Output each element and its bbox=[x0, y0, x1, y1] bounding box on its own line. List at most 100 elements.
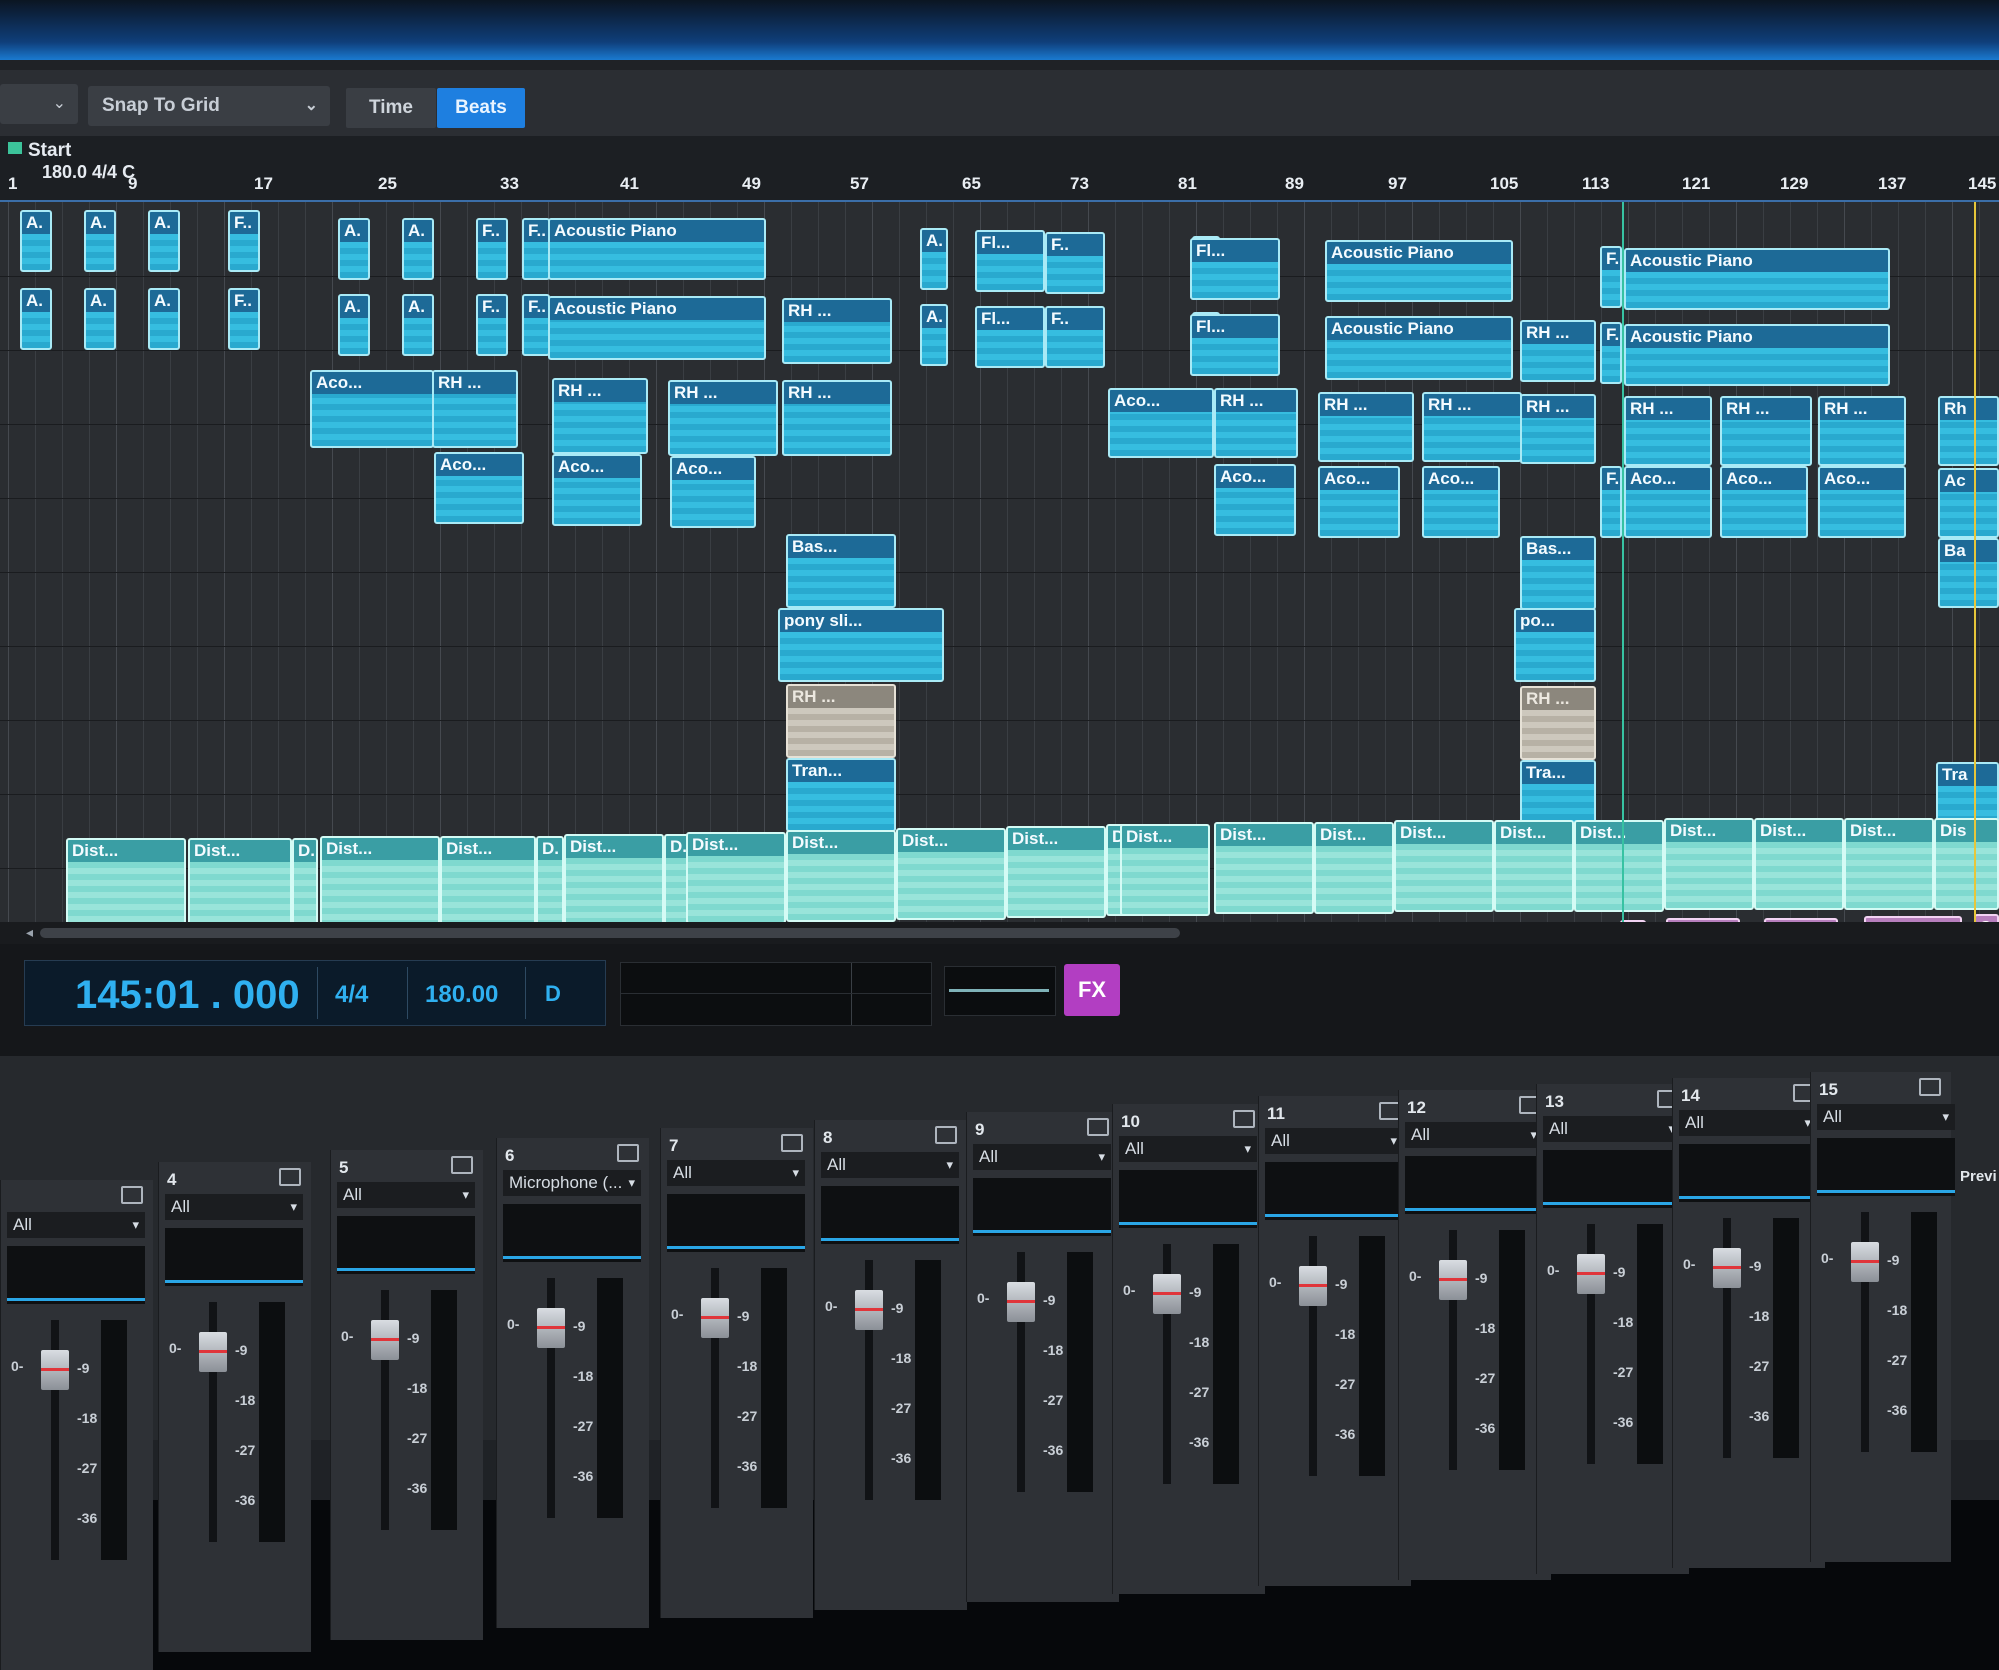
snap-to-grid-dropdown[interactable]: Snap To Grid ⌄ bbox=[88, 86, 330, 126]
arrangement-clip[interactable]: RH ... bbox=[1818, 396, 1906, 466]
arrangement-clip[interactable]: F. bbox=[1600, 322, 1622, 384]
arrangement-clip[interactable]: Aco... bbox=[1624, 466, 1712, 538]
arrangement-clip[interactable]: Dist... bbox=[786, 830, 896, 922]
arrangement-clip[interactable]: Aco... bbox=[434, 452, 524, 524]
pan-indicator[interactable] bbox=[503, 1256, 641, 1259]
arrangement-clip[interactable]: A. bbox=[920, 304, 948, 366]
channel-link-icon[interactable] bbox=[935, 1126, 957, 1144]
arrangement-clip[interactable]: Aco... bbox=[1422, 466, 1500, 538]
fx-button[interactable]: FX bbox=[1064, 964, 1120, 1016]
pan-indicator[interactable] bbox=[165, 1280, 303, 1283]
arrangement-clip[interactable]: A. bbox=[148, 288, 180, 350]
channel-link-icon[interactable] bbox=[279, 1168, 301, 1186]
input-select[interactable]: All▾ bbox=[973, 1144, 1111, 1170]
input-select[interactable]: All▾ bbox=[667, 1160, 805, 1186]
volume-fader[interactable] bbox=[371, 1320, 399, 1360]
channel-link-icon[interactable] bbox=[1233, 1110, 1255, 1128]
arrangement-clip[interactable]: Aco... bbox=[1720, 466, 1808, 538]
arrangement-area[interactable]: A. A. A. F.. A. A. F.. F.. Acoustic Piano A. Fl...… bbox=[0, 202, 1999, 922]
arrangement-clip[interactable]: Aco... bbox=[1818, 466, 1906, 538]
arrangement-clip[interactable]: Dist... bbox=[188, 838, 292, 922]
input-select[interactable]: All▾ bbox=[1119, 1136, 1257, 1162]
arrangement-clip[interactable]: A. bbox=[402, 218, 434, 280]
insert-slot[interactable] bbox=[1119, 1170, 1257, 1228]
arrangement-clip[interactable]: Dist... bbox=[1664, 818, 1754, 910]
arrangement-clip[interactable]: RH ... bbox=[782, 380, 892, 456]
arrangement-clip[interactable]: Acoustic Piano bbox=[1325, 316, 1513, 380]
arrangement-clip[interactable]: F.. bbox=[476, 294, 508, 356]
arrangement-clip[interactable]: F.. bbox=[1045, 306, 1105, 368]
input-select[interactable]: All▾ bbox=[1817, 1104, 1955, 1130]
position-display[interactable]: 145:01 . 000 4/4 180.00 D bbox=[24, 960, 606, 1026]
input-select[interactable]: All▾ bbox=[165, 1194, 303, 1220]
scroll-thumb[interactable] bbox=[40, 928, 1180, 938]
insert-slot[interactable] bbox=[973, 1178, 1111, 1236]
insert-slot[interactable] bbox=[337, 1216, 475, 1274]
insert-slot[interactable] bbox=[165, 1228, 303, 1286]
arrangement-clip[interactable]: Fl... bbox=[1190, 238, 1280, 300]
arrangement-clip[interactable]: A. bbox=[338, 294, 370, 356]
arrangement-clip[interactable]: Acoustic Piano bbox=[548, 296, 766, 360]
arrangement-clip[interactable]: D. bbox=[292, 838, 318, 922]
volume-fader[interactable] bbox=[855, 1290, 883, 1330]
input-select[interactable]: Microphone (... ▾ bbox=[503, 1170, 641, 1196]
arrangement-clip[interactable]: RH ... bbox=[668, 380, 778, 456]
arrangement-clip[interactable]: Aco... bbox=[552, 454, 642, 526]
channel-link-icon[interactable] bbox=[781, 1134, 803, 1152]
volume-fader[interactable] bbox=[199, 1332, 227, 1372]
arrangement-clip[interactable]: Acoustic Piano bbox=[1325, 240, 1513, 302]
arrangement-clip[interactable]: Fl... bbox=[975, 230, 1045, 292]
arrangement-clip[interactable]: Dist... bbox=[1754, 818, 1844, 910]
input-select[interactable]: All▾ bbox=[337, 1182, 475, 1208]
arrangement-clip[interactable]: Dist... bbox=[440, 836, 536, 922]
tempo-value[interactable]: 180.00 bbox=[425, 981, 498, 1009]
arrangement-clip[interactable]: po... bbox=[1514, 608, 1596, 682]
arrangement-clip[interactable]: Dist... bbox=[1844, 818, 1934, 910]
input-select[interactable]: All▾ bbox=[1265, 1128, 1403, 1154]
pan-indicator[interactable] bbox=[667, 1246, 805, 1249]
arrangement-clip[interactable]: RH ... bbox=[552, 378, 648, 454]
timeline-ruler[interactable]: Start 180.0 4/4 C 1 9 17 25 33 41 49 57 65 73 81 89… bbox=[0, 136, 1999, 221]
arrangement-clip[interactable]: Aco... bbox=[1108, 388, 1214, 458]
time-tab[interactable]: Time bbox=[346, 88, 436, 128]
arrangement-clip[interactable]: Aco... bbox=[1214, 464, 1296, 536]
key-value[interactable]: D bbox=[545, 981, 561, 1007]
arrangement-clip[interactable]: F. bbox=[1600, 246, 1622, 308]
arrangement-clip[interactable]: Fl... bbox=[1190, 314, 1280, 376]
channel-link-icon[interactable] bbox=[1919, 1078, 1941, 1096]
volume-fader[interactable] bbox=[1007, 1282, 1035, 1322]
arrangement-clip[interactable]: Dist... bbox=[1314, 822, 1394, 914]
arrangement-clip[interactable]: A. bbox=[20, 288, 52, 350]
pan-indicator[interactable] bbox=[1405, 1208, 1543, 1211]
arrangement-clip[interactable]: Dist... bbox=[564, 834, 664, 922]
arrangement-clip[interactable]: A. bbox=[402, 294, 434, 356]
arrangement-clip[interactable]: Dist... bbox=[686, 832, 786, 922]
arrangement-clip[interactable]: Dist... bbox=[1494, 820, 1574, 912]
arrangement-clip[interactable]: RH ... bbox=[1422, 392, 1522, 462]
arrangement-clip[interactable]: Aco... bbox=[1318, 466, 1400, 538]
insert-slot[interactable] bbox=[1543, 1150, 1681, 1208]
input-select[interactable]: All▾ bbox=[1543, 1116, 1681, 1142]
time-signature[interactable]: 4/4 bbox=[335, 981, 368, 1009]
arrangement-clip[interactable]: Aco... bbox=[310, 370, 434, 448]
input-select[interactable]: All▾ bbox=[7, 1212, 145, 1238]
arrangement-clip[interactable]: Acoustic Piano bbox=[1624, 324, 1890, 386]
arrangement-clip[interactable]: A. bbox=[84, 210, 116, 272]
arrangement-clip[interactable]: RH ... bbox=[1624, 396, 1712, 466]
arrangement-clip[interactable]: RH ... bbox=[1520, 686, 1596, 760]
insert-slot[interactable] bbox=[667, 1194, 805, 1252]
volume-fader[interactable] bbox=[1439, 1260, 1467, 1300]
loop-end-line[interactable] bbox=[1974, 202, 1976, 922]
arrangement-clip[interactable]: RH ... bbox=[1318, 392, 1414, 462]
arrangement-clip[interactable]: Bas... bbox=[786, 534, 896, 608]
pan-indicator[interactable] bbox=[1817, 1190, 1955, 1193]
volume-fader[interactable] bbox=[537, 1308, 565, 1348]
arrangement-clip[interactable]: A. bbox=[148, 210, 180, 272]
channel-link-icon[interactable] bbox=[451, 1156, 473, 1174]
pan-indicator[interactable] bbox=[821, 1238, 959, 1241]
start-marker[interactable]: Start bbox=[28, 140, 71, 162]
volume-fader[interactable] bbox=[1713, 1248, 1741, 1288]
arrangement-clip[interactable]: RH ... bbox=[1214, 388, 1298, 458]
arrangement-clip[interactable]: D. bbox=[536, 836, 564, 922]
arrangement-clip[interactable]: RH ... bbox=[782, 298, 892, 364]
